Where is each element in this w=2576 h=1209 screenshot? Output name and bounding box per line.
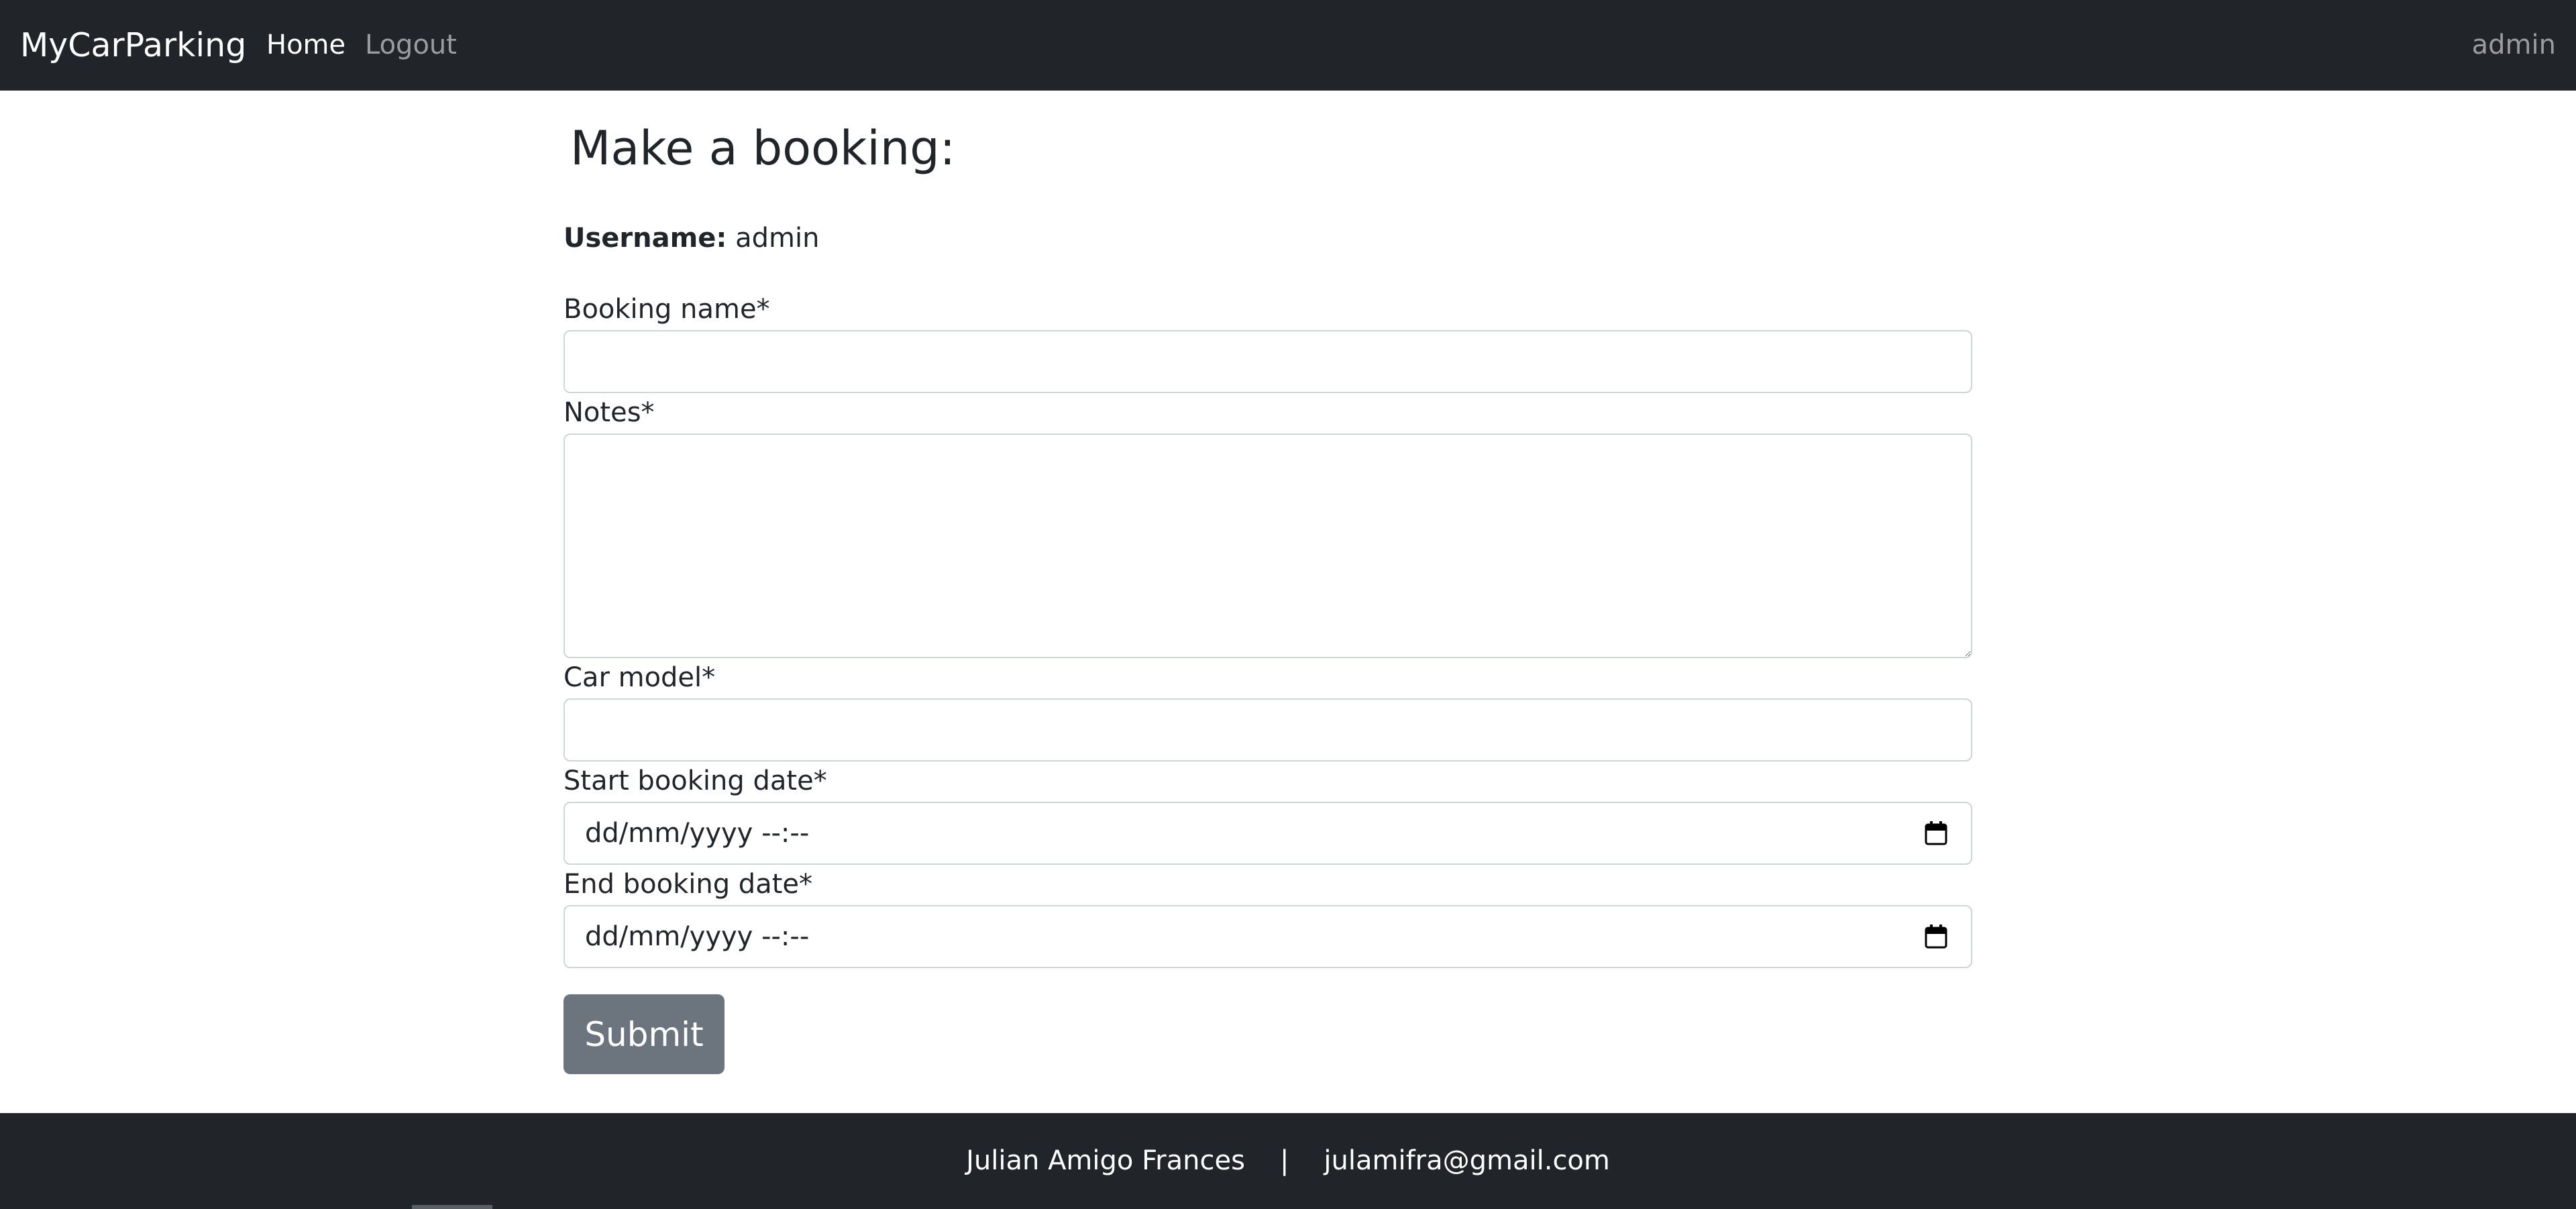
footer: Julian Amigo Frances | julamifra@gmail.com xyxy=(0,1113,2576,1209)
booking-name-input[interactable] xyxy=(564,330,1972,393)
notes-label: Notes* xyxy=(564,397,655,428)
current-user-label: admin xyxy=(2471,30,2556,60)
start-date-label: Start booking date* xyxy=(564,766,827,796)
calendar-icon[interactable] xyxy=(1924,821,1948,846)
booking-name-label: Booking name* xyxy=(564,294,770,325)
footer-author: Julian Amigo Frances xyxy=(966,1145,1245,1176)
start-date-placeholder: dd/mm/yyyy --:-- xyxy=(585,818,810,849)
submit-button[interactable]: Submit xyxy=(564,994,724,1074)
start-date-input[interactable]: dd/mm/yyyy --:-- xyxy=(564,802,1972,865)
username-label: Username: xyxy=(564,223,727,254)
footer-content: Julian Amigo Frances | julamifra@gmail.com xyxy=(0,1113,2576,1209)
notes-textarea[interactable] xyxy=(564,433,1972,658)
navbar: MyCarParking Home Logout admin xyxy=(0,0,2576,91)
page-title: Make a booking: xyxy=(570,121,956,176)
calendar-icon[interactable] xyxy=(1924,924,1948,949)
nav-home-link[interactable]: Home xyxy=(266,0,345,91)
car-model-input[interactable] xyxy=(564,698,1972,761)
nav-logout-link[interactable]: Logout xyxy=(365,0,457,91)
end-date-label: End booking date* xyxy=(564,869,812,900)
end-date-input[interactable]: dd/mm/yyyy --:-- xyxy=(564,905,1972,968)
username-value: admin xyxy=(735,223,820,254)
footer-separator: | xyxy=(1279,1145,1289,1176)
car-model-label: Car model* xyxy=(564,662,716,693)
username-line: Username: admin xyxy=(564,218,819,258)
footer-scroll-tab xyxy=(412,1205,492,1209)
brand-link[interactable]: MyCarParking xyxy=(20,0,246,91)
end-date-placeholder: dd/mm/yyyy --:-- xyxy=(585,921,810,952)
footer-email: julamifra@gmail.com xyxy=(1324,1145,1610,1176)
